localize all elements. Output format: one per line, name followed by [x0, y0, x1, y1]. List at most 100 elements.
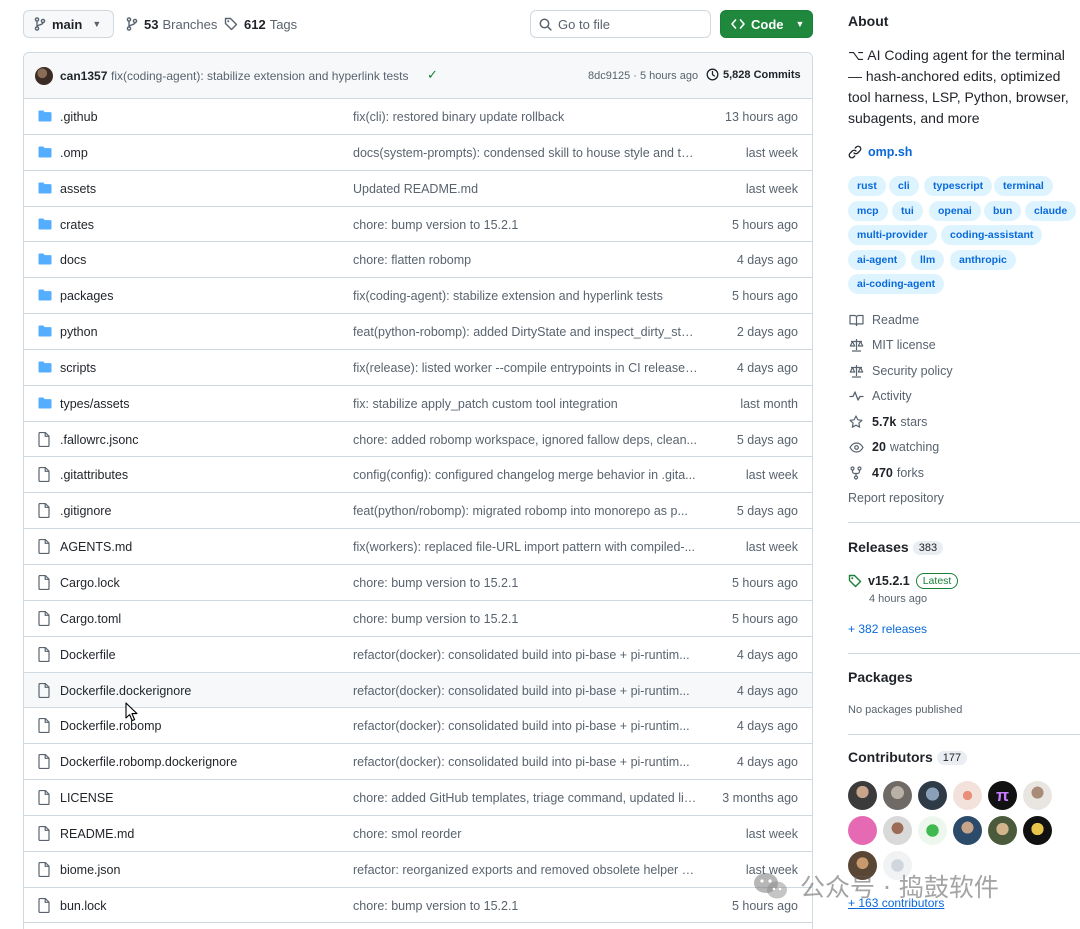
commit-author[interactable]: can1357 — [60, 69, 107, 83]
file-row[interactable]: .omp docs(system-prompts): condensed skil… — [24, 135, 812, 171]
file-commit-message-link[interactable]: refactor(docker): consolidated build int… — [353, 719, 698, 733]
topic-tag[interactable]: multi-provider — [848, 225, 937, 245]
file-commit-message-link[interactable]: chore: bump version to 15.2.1 — [353, 576, 698, 590]
file-name-link[interactable]: docs — [60, 253, 86, 267]
packages-heading[interactable]: Packages — [848, 669, 913, 685]
activity-link[interactable]: Activity — [848, 389, 912, 403]
file-name-link[interactable]: crates — [60, 218, 94, 232]
topic-tag[interactable]: coding-assistant — [941, 225, 1043, 245]
contributor-avatar[interactable] — [1023, 816, 1052, 845]
topic-tag[interactable]: ai-coding-agent — [848, 274, 945, 294]
topic-tag[interactable]: terminal — [994, 176, 1053, 196]
file-commit-message-link[interactable]: chore: bump version to 15.2.1 — [353, 612, 698, 626]
topic-tag[interactable]: mcp — [848, 201, 888, 221]
contributor-avatar[interactable] — [918, 781, 947, 810]
file-name-link[interactable]: types/assets — [60, 397, 129, 411]
topic-tag[interactable]: ai-agent — [848, 250, 907, 270]
more-releases-link[interactable]: + 382 releases — [848, 622, 927, 636]
topic-tag[interactable]: tui — [892, 201, 923, 221]
file-commit-message-link[interactable]: chore: bump version to 15.2.1 — [353, 218, 698, 232]
go-to-file-input[interactable] — [558, 16, 698, 32]
file-commit-message-link[interactable]: chore: added GitHub templates, triage co… — [353, 791, 698, 805]
file-name-link[interactable]: Dockerfile.robomp — [60, 719, 161, 733]
file-name-link[interactable]: python — [60, 325, 98, 339]
file-row[interactable]: .fallowrc.jsonc chore: added robomp works… — [24, 422, 812, 458]
avatar[interactable] — [35, 67, 53, 85]
file-commit-message-link[interactable]: refactor(docker): consolidated build int… — [353, 648, 698, 662]
file-row[interactable]: .github fix(cli): restored binary update … — [24, 99, 812, 135]
file-commit-message-link[interactable]: feat(python/robomp): migrated robomp int… — [353, 504, 698, 518]
file-row[interactable]: types/assets fix: stabilize apply_patch c… — [24, 386, 812, 422]
topic-tag[interactable]: cli — [889, 176, 919, 196]
file-name-link[interactable]: Dockerfile — [60, 648, 116, 662]
topic-tag[interactable]: claude — [1025, 201, 1077, 221]
stars-link[interactable]: 5.7k stars — [848, 415, 927, 429]
file-name-link[interactable]: README.md — [60, 827, 134, 841]
watchers-link[interactable]: 20 watching — [848, 440, 939, 454]
file-name-link[interactable]: .fallowrc.jsonc — [60, 433, 139, 447]
file-name-link[interactable]: assets — [60, 182, 96, 196]
file-name-link[interactable]: Dockerfile.dockerignore — [60, 684, 191, 698]
file-commit-message-link[interactable]: fix(cli): restored binary update rollbac… — [353, 110, 698, 124]
topic-tag[interactable]: llm — [911, 250, 945, 270]
contributor-avatar[interactable] — [883, 781, 912, 810]
latest-release[interactable]: v15.2.1 Latest — [848, 573, 959, 589]
contributor-avatar[interactable] — [988, 816, 1017, 845]
topic-tag[interactable]: bun — [984, 201, 1022, 221]
file-name-link[interactable]: .gitattributes — [60, 468, 128, 482]
contributor-avatar[interactable] — [918, 816, 947, 845]
contributor-avatar[interactable] — [953, 781, 982, 810]
file-name-link[interactable]: .github — [60, 110, 98, 124]
file-commit-message-link[interactable]: chore: flatten robomp — [353, 253, 698, 267]
website-link[interactable]: omp.sh — [848, 145, 912, 159]
file-row[interactable]: bun.lock chore: bump version to 15.2.1 5 h… — [24, 888, 812, 924]
topic-tag[interactable]: rust — [848, 176, 886, 196]
go-to-file-search[interactable] — [530, 10, 711, 38]
file-row[interactable]: AGENTS.md fix(workers): replaced file-URL… — [24, 529, 812, 565]
file-commit-message-link[interactable]: fix(workers): replaced file-URL import p… — [353, 540, 698, 554]
file-row[interactable]: Dockerfile.robomp.dockerignore refactor(d… — [24, 744, 812, 781]
file-row[interactable]: Cargo.toml chore: bump version to 15.2.1 5… — [24, 601, 812, 637]
file-row[interactable]: docs chore: flatten robomp 4 days ago — [24, 242, 812, 279]
file-row[interactable]: packages fix(coding-agent): stabilize ext… — [24, 278, 812, 315]
file-row[interactable]: crates chore: bump version to 15.2.1 5 hou… — [24, 207, 812, 243]
forks-link[interactable]: 470 forks — [848, 466, 924, 480]
file-row[interactable]: LICENSE chore: added GitHub templates, tr… — [24, 780, 812, 816]
branches-link[interactable]: 53 Branches — [126, 10, 217, 38]
contributor-avatar[interactable] — [848, 781, 877, 810]
file-name-link[interactable]: LICENSE — [60, 791, 114, 805]
file-name-link[interactable]: .omp — [60, 146, 88, 160]
file-row[interactable]: README.md chore: smol reorder last week — [24, 816, 812, 852]
topic-tag[interactable]: anthropic — [950, 250, 1016, 270]
file-commit-message-link[interactable]: fix: stabilize apply_patch custom tool i… — [353, 397, 698, 411]
file-commit-message-link[interactable]: chore: smol reorder — [353, 827, 698, 841]
license-link[interactable]: MIT license — [848, 338, 936, 352]
readme-link[interactable]: Readme — [848, 313, 919, 327]
contributor-avatar[interactable]: π — [988, 781, 1017, 810]
check-icon[interactable]: ✓ — [427, 67, 438, 83]
file-commit-message-link[interactable]: feat(python-robomp): added DirtyState an… — [353, 325, 698, 339]
file-commit-message-link[interactable]: docs(system-prompts): condensed skill to… — [353, 146, 698, 160]
file-row[interactable]: Cargo.lock chore: bump version to 15.2.1 5… — [24, 565, 812, 601]
tags-link[interactable]: 612 Tags — [224, 10, 297, 38]
commit-message[interactable]: fix(coding-agent): stabilize extension a… — [111, 69, 409, 83]
file-name-link[interactable]: scripts — [60, 361, 96, 375]
topic-tag[interactable]: typescript — [924, 176, 993, 196]
file-name-link[interactable]: AGENTS.md — [60, 540, 132, 554]
file-commit-message-link[interactable]: fix(release): listed worker --compile en… — [353, 361, 698, 375]
file-commit-message-link[interactable]: refactor(docker): consolidated build int… — [353, 755, 698, 769]
file-row[interactable]: Dockerfile.robomp refactor(docker): conso… — [24, 708, 812, 745]
file-row[interactable]: assets Updated README.md last week — [24, 171, 812, 207]
file-commit-message-link[interactable]: refactor(docker): consolidated build int… — [353, 684, 698, 698]
file-commit-message-link[interactable]: chore: bump version to 15.2.1 — [353, 899, 698, 913]
releases-heading[interactable]: Releases 383 — [848, 539, 944, 555]
file-commit-message-link[interactable]: Updated README.md — [353, 182, 698, 196]
file-commit-message-link[interactable]: refactor: reorganized exports and remove… — [353, 863, 698, 877]
file-row[interactable]: Dockerfile.dockerignore refactor(docker):… — [24, 672, 812, 709]
file-name-link[interactable]: .gitignore — [60, 504, 111, 518]
file-name-link[interactable]: Cargo.lock — [60, 576, 120, 590]
report-repository-link[interactable]: Report repository — [848, 491, 944, 505]
security-policy-link[interactable]: Security policy — [848, 364, 953, 378]
file-name-link[interactable]: packages — [60, 289, 114, 303]
file-row[interactable]: .gitattributes config(config): configured… — [24, 457, 812, 494]
